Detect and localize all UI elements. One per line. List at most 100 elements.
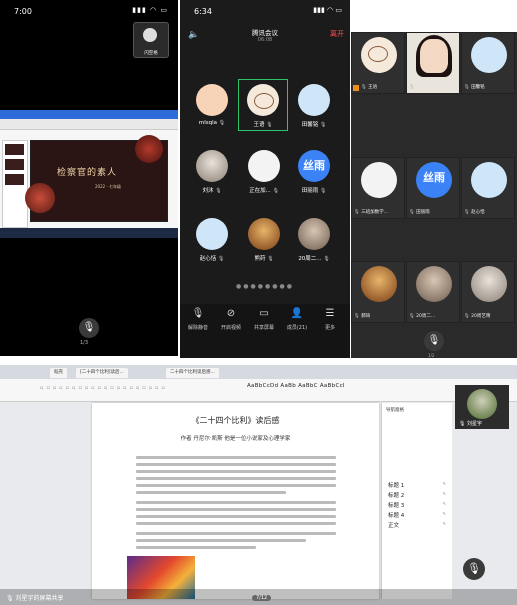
mic-button[interactable]: 🎙 [424,331,444,351]
document-page[interactable]: 《二十四个比利》读后感 作者 丹尼尔·凯斯 他是一位小说家及心理学家 [92,403,379,599]
style-gallery[interactable]: AaBbCcDd AaBb AaBbC AaBbCcI [247,383,345,389]
participant-tile[interactable]: 🎙 王语 [351,32,405,94]
participant-tile[interactable]: 丝雨 田丽雨 🎙 [290,146,338,196]
flower-decoration [25,183,55,213]
mic-muted-icon: 🎙 [217,256,225,262]
page-dots[interactable]: ●●●●●●●● [180,283,350,290]
mic-muted-icon: 🎙 [354,210,360,215]
mic-muted-icon: 🎙 [464,85,470,90]
avatar [361,37,397,73]
avatar [248,218,280,250]
windows-taskbar [0,228,178,238]
participant-name: 正在加... [249,188,271,194]
participant-tile-active[interactable]: 王语 🎙 [238,79,288,131]
text-line [136,522,336,525]
heading-label: 标题 3 [388,503,405,509]
avatar [471,162,507,198]
mic-muted-icon: 🎙 [323,256,330,262]
mic-button[interactable]: 🎙 [463,558,485,580]
start-video-button[interactable]: ⊘ 开启视频 [215,308,247,331]
document-author-line: 作者 丹尼尔·凯斯 他是一位小说家及心理学家 [180,436,291,442]
heading-label: 标题 2 [388,493,405,499]
mic-muted-icon: 🎙 [354,314,360,319]
participant-tile[interactable]: 刘沐 🎙 [188,146,236,196]
edit-icon: ✎ [442,491,446,496]
heading-style-item[interactable]: 标题 4 ✎ [388,511,446,519]
shared-screen: 检察官的素人 2022 · 七年级 [0,110,178,238]
participant-name: 郝琦 [361,314,371,319]
participant-name: mlsqla [198,120,218,126]
unmute-button[interactable]: 🎙 解除静音 [182,308,214,331]
tab-doc-2[interactable]: 二十四个比利读后感... [166,368,219,378]
members-button[interactable]: 👤 成员(21) [281,308,313,331]
text-line [136,508,336,511]
ribbon-tools[interactable]: ▫▫▫▫▫▫▫▫▫▫▫▫▫▫▫▫▫▫▫▫ [40,385,168,391]
mic-icon: 🎙 [6,595,14,602]
edit-icon: ✎ [442,511,446,516]
toolbar-label: 更多 [324,325,335,331]
pane-title: 导航窗格 [386,408,404,413]
participant-name: 田丽雨 [301,188,319,194]
heading-style-item[interactable]: 标题 3 ✎ [388,501,446,509]
participant-tile[interactable]: 丝雨 🎙 田丽雨 [406,157,460,219]
ppt-title-bar [0,110,178,119]
participant-name: 王语 [368,85,378,90]
participant-tile[interactable]: 🎙 三班加数学... [351,157,405,219]
mic-icon: 🎙 [82,322,96,333]
slide-thumb [5,159,24,170]
tab-doc-1[interactable]: [二十四个比利]读后... [76,368,128,378]
participant-tile[interactable]: 熊莳 🎙 [240,214,288,264]
more-icon: ☰ [325,308,335,319]
participant-tile[interactable]: 🎙 赵心恬 [461,157,515,219]
participant-name: 20周艺晴 [471,314,491,319]
participant-tile[interactable]: 田馨铭 🎙 [290,80,338,130]
self-video-thumbnail[interactable]: 闪空格 [133,22,169,58]
screen-share-label: 🎙 刘星宇的屏幕共享 [6,593,64,602]
meeting-title[interactable]: 腾讯会议 [180,27,350,37]
edit-icon: ✎ [442,481,446,486]
participant-tile[interactable]: 正在加... 🎙 [240,146,288,196]
participant-tile[interactable]: 🎙 20周二... [406,261,460,323]
mic-icon: 🎙 [409,85,415,90]
page-number: 7/12 [252,595,272,601]
document-title: 《二十四个比利》读后感 [191,416,280,425]
participant-tile[interactable]: 🎙 20周艺晴 [461,261,515,323]
participant-tile[interactable]: 🎙 田馨铭 [461,32,515,94]
text-line [136,470,336,473]
page-indicator: 1/2 [428,353,435,358]
tab-doke[interactable]: 稻壳 [50,368,67,378]
heading-style-item[interactable]: 正文 ✎ [388,521,446,529]
participant-name: 熊莳 [254,256,266,262]
status-icons: ▮▮▮ ◠ ▭ [132,6,168,14]
heading-style-item[interactable]: 标题 1 ✎ [388,481,446,489]
participant-tile[interactable]: mlsqla 🎙 [188,80,236,130]
avatar [143,28,157,42]
avatar [416,266,452,302]
text-line [136,546,256,549]
sharer-video-thumbnail[interactable]: 🎙 刘星宇 [455,385,509,429]
slide-thumb [5,174,24,185]
mic-muted-icon: 🎙 [464,314,470,319]
text-line [136,491,286,494]
leave-button[interactable]: 离开 [330,29,344,39]
gallery-panel: 🎙 王语 🎙 🎙 田馨铭 🎙 三班加数学... 丝雨 🎙 田丽雨 🎙 赵心恬 🎙… [351,32,517,358]
text-line [136,501,336,504]
mic-muted-icon: 🎙 [191,308,205,319]
avatar [471,37,507,73]
participant-tile[interactable]: 20周二... 🎙 [290,214,338,264]
heading-label: 标题 1 [388,483,405,489]
participant-video-tile[interactable]: 🎙 [406,32,460,94]
edit-icon: ✎ [442,501,446,506]
more-button[interactable]: ☰ 更多 [314,308,346,331]
mic-icon: 🎙 [459,421,466,427]
video-off-icon: ⊘ [226,308,236,319]
avatar [248,150,280,182]
share-label-text: 刘星宇的屏幕共享 [15,595,64,602]
heading-style-item[interactable]: 标题 2 ✎ [388,491,446,499]
participant-name: 赵心恬 [471,210,485,215]
share-screen-button[interactable]: ▭ 共享屏幕 [248,308,280,331]
avatar [196,84,228,116]
participant-tile[interactable]: 赵心恬 🎙 [188,214,236,264]
mic-button[interactable]: 🎙 [79,318,99,338]
participant-tile[interactable]: 🎙 郝琦 [351,261,405,323]
